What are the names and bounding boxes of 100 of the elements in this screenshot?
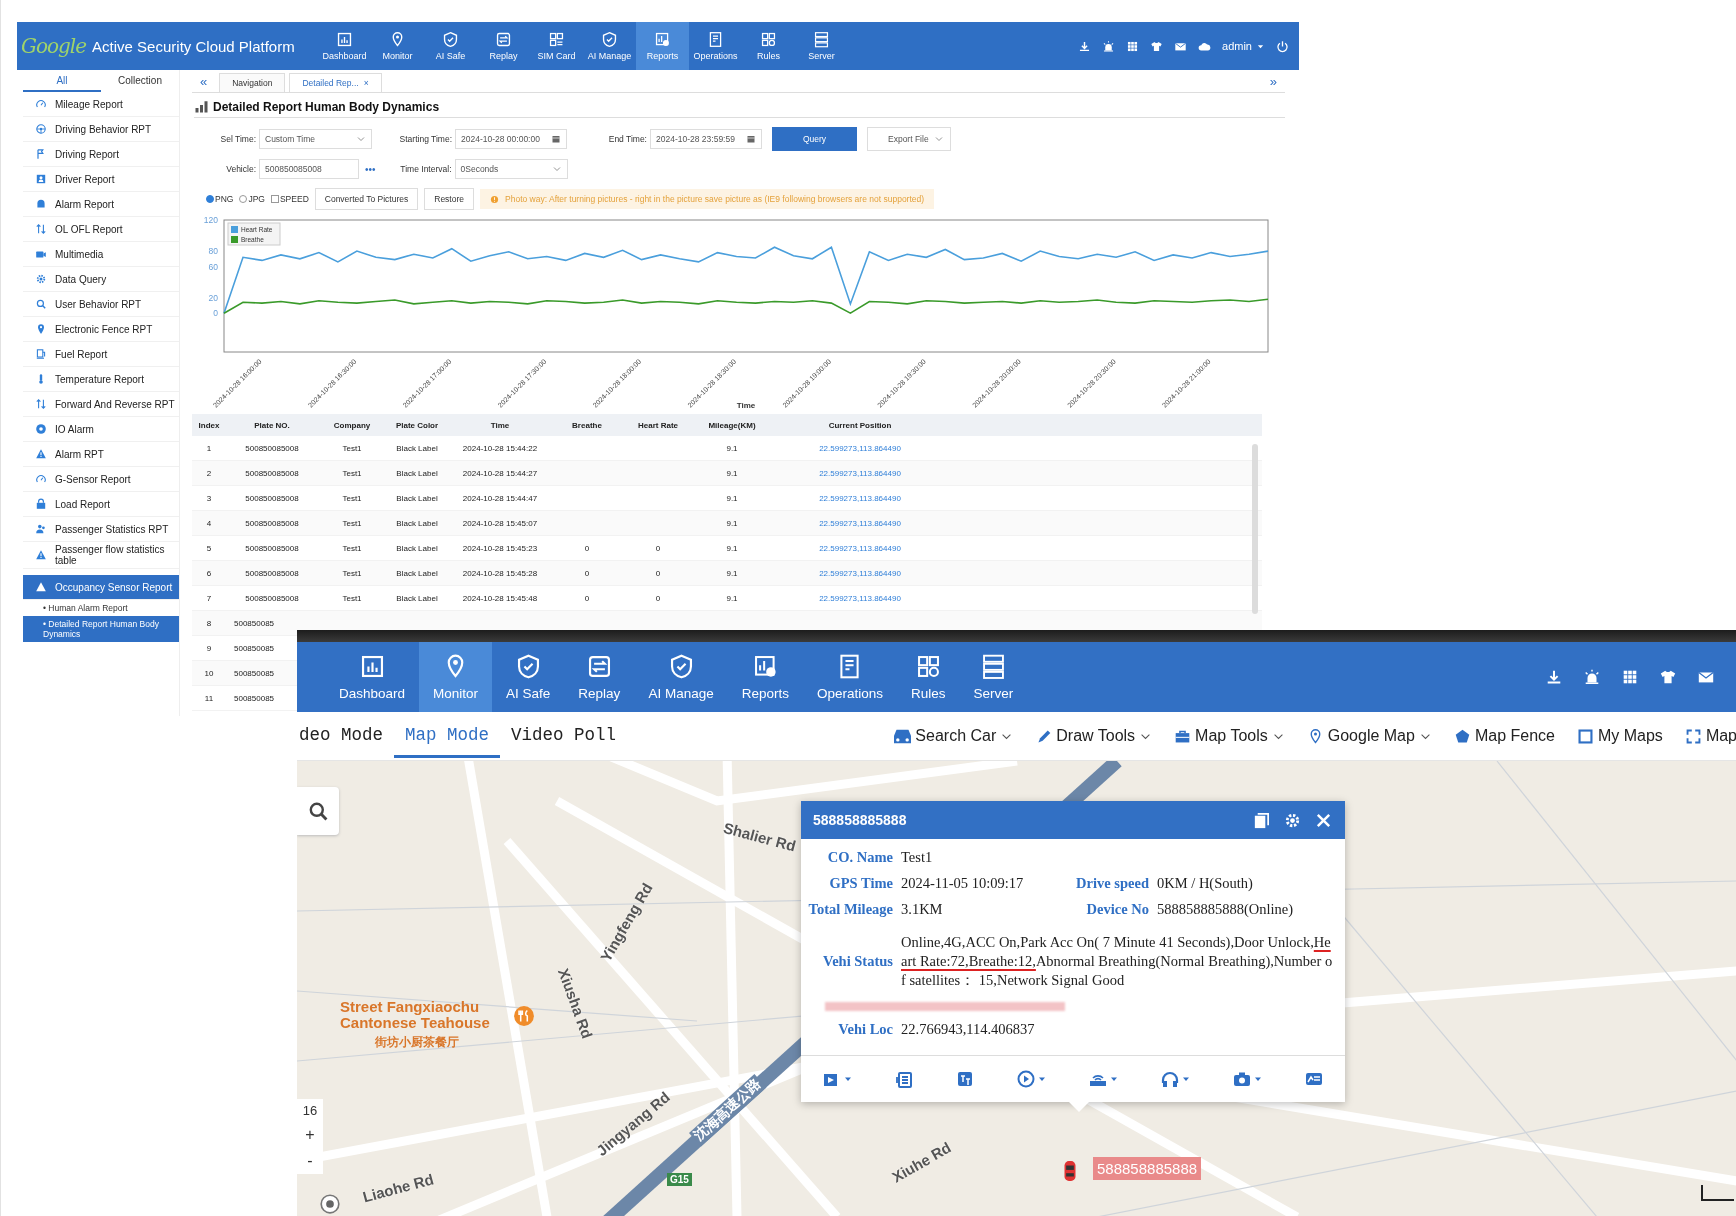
sidebar-item[interactable]: Electronic Fence RPT bbox=[23, 317, 179, 342]
sidebar-item[interactable]: OL OFL Report bbox=[23, 217, 179, 242]
page-tab[interactable]: Navigation bbox=[219, 73, 286, 92]
checkbox-option[interactable]: SPEED bbox=[270, 194, 309, 204]
sidebar-item[interactable]: Multimedia bbox=[23, 242, 179, 267]
position-link[interactable]: 22.599273,113.864490 bbox=[770, 593, 950, 603]
sidebar-item[interactable]: Occupancy Sensor Report bbox=[23, 575, 179, 600]
query-button[interactable]: Query bbox=[772, 127, 857, 151]
nav-tab[interactable]: Reports bbox=[636, 22, 690, 70]
chevron-down-icon bbox=[551, 164, 562, 174]
nav-tab[interactable]: Dashboard bbox=[318, 22, 372, 70]
table-cell-text: Black Label bbox=[395, 543, 439, 553]
sidebar-item[interactable]: Alarm RPT bbox=[23, 442, 179, 467]
action-button[interactable]: Converted To Pictures bbox=[314, 188, 419, 210]
position-link[interactable]: 22.599273,113.864490 bbox=[770, 468, 950, 478]
position-link[interactable]: 22.599273,113.864490 bbox=[770, 493, 950, 503]
sidebar-item[interactable]: Driver Report bbox=[23, 167, 179, 192]
sidebar-item[interactable]: IO Alarm bbox=[23, 417, 179, 442]
table-cell-text: Black Label bbox=[395, 493, 439, 503]
sidebar-item[interactable]: G-Sensor Report bbox=[23, 467, 179, 492]
nav-tab[interactable]: Rules bbox=[742, 22, 796, 70]
sidebar-item[interactable]: Driving Behavior RPT bbox=[23, 117, 179, 142]
nav-tab[interactable]: Monitor bbox=[371, 22, 425, 70]
interval-dropdown[interactable]: 0Seconds bbox=[454, 159, 568, 179]
sidebar-item[interactable]: Passenger Statistics RPT bbox=[23, 517, 179, 542]
sidebar-item[interactable]: User Behavior RPT bbox=[23, 292, 179, 317]
collapse-button[interactable]: « bbox=[192, 73, 216, 89]
sidebar-item[interactable]: Driving Report bbox=[23, 142, 179, 167]
export-file-button[interactable]: Export File bbox=[867, 127, 951, 151]
nav-tab[interactable]: Monitor bbox=[419, 642, 493, 712]
nav-tab[interactable]: Rules bbox=[897, 642, 960, 712]
nav-tab[interactable]: Server bbox=[959, 642, 1028, 712]
sidebar-item[interactable]: Temperature Report bbox=[23, 367, 179, 392]
status-text: Online,4G,ACC On,Park Acc On( 7 Minute 41 Seconds),Door Unlock,Heart Rate:72,Breathe:12,Abnormal Breathing(Normal Breathing),Number of satellites： 15,Network Signal Good bbox=[901, 933, 1334, 990]
table-cell-text: 9 bbox=[205, 643, 213, 653]
nav-tab[interactable]: AI Manage bbox=[634, 642, 728, 712]
column-header: Breathe bbox=[571, 420, 603, 430]
nav-tab[interactable]: Replay bbox=[564, 642, 635, 712]
sidebar-item[interactable]: Mileage Report bbox=[23, 92, 179, 117]
position-link[interactable]: 22.599273,113.864490 bbox=[770, 518, 950, 528]
record-button[interactable] bbox=[1015, 1069, 1047, 1089]
sidebar-tab[interactable]: Collection bbox=[101, 70, 179, 92]
map-tool-button[interactable]: Map bbox=[1684, 727, 1736, 745]
map-tool-button[interactable]: Search Car bbox=[894, 727, 1014, 745]
nav-tab[interactable]: Reports bbox=[727, 642, 803, 712]
nav-tab[interactable]: SIM Card bbox=[530, 22, 584, 70]
sidebar-item[interactable]: Load Report bbox=[23, 492, 179, 517]
zoom-out-button[interactable]: - bbox=[297, 1148, 323, 1174]
intercom-icon bbox=[893, 1069, 914, 1089]
sidebar-item[interactable]: Alarm Report bbox=[23, 192, 179, 217]
page-tab[interactable]: Detailed Rep... × bbox=[289, 73, 382, 92]
sidebar-item[interactable]: Passenger flow statistics table bbox=[23, 542, 179, 569]
nav-tab[interactable]: Operations bbox=[689, 22, 743, 70]
radio-option[interactable]: PNG bbox=[206, 194, 234, 204]
more-button[interactable]: ••• bbox=[365, 163, 376, 175]
table-cell-text: 2024-10-28 15:44:27 bbox=[461, 468, 539, 478]
map-tool-button[interactable]: Map Fence bbox=[1453, 727, 1555, 745]
map-tool-button[interactable]: Map Tools bbox=[1174, 727, 1285, 745]
sidebar-subitem[interactable]: • Detailed Report Human Body Dynamics bbox=[23, 616, 179, 642]
car-icon bbox=[894, 727, 912, 745]
scrollbar[interactable] bbox=[1252, 444, 1258, 614]
table-cell-text: 0 bbox=[654, 593, 662, 603]
field-label: Sel Time: bbox=[219, 134, 257, 144]
map-tool-button[interactable]: Draw Tools bbox=[1035, 727, 1153, 745]
nav-tab[interactable]: Replay bbox=[477, 22, 531, 70]
table-cell-text: 7 bbox=[205, 593, 213, 603]
map-tool-button[interactable]: My Maps bbox=[1576, 727, 1663, 745]
table-cell-text: 9.1 bbox=[725, 493, 739, 503]
radio-option[interactable]: JPG bbox=[239, 194, 265, 204]
user-menu[interactable]: admin bbox=[1222, 40, 1265, 52]
view-mode-tab[interactable]: Map Mode bbox=[394, 714, 501, 758]
position-link[interactable]: 22.599273,113.864490 bbox=[770, 543, 950, 553]
map-search-button[interactable] bbox=[297, 787, 339, 835]
sidebar-tab[interactable]: All bbox=[23, 70, 101, 92]
sel-time-dropdown[interactable]: Custom Time bbox=[259, 129, 372, 149]
action-button[interactable]: Restore bbox=[424, 188, 474, 210]
nav-tab[interactable]: Operations bbox=[802, 642, 897, 712]
sidebar-subitem[interactable]: • Human Alarm Report bbox=[23, 600, 179, 616]
sidebar-item[interactable]: Fuel Report bbox=[23, 342, 179, 367]
start-time-field[interactable]: 2024-10-28 00:00:00 bbox=[455, 129, 567, 149]
intercom-button[interactable] bbox=[893, 1069, 914, 1089]
chevron-down-icon bbox=[933, 134, 944, 144]
expand-button[interactable]: » bbox=[1261, 73, 1285, 89]
nav-tab[interactable]: Dashboard bbox=[325, 642, 420, 712]
end-time-field[interactable]: 2024-10-28 23:59:59 bbox=[650, 129, 762, 149]
nav-tab[interactable]: AI Safe bbox=[492, 642, 565, 712]
nav-tab[interactable]: AI Safe bbox=[424, 22, 478, 70]
nav-tab[interactable]: Server bbox=[795, 22, 849, 70]
view-mode-tab[interactable]: Video Poll bbox=[500, 714, 628, 758]
view-mode-tab[interactable]: deo Mode bbox=[297, 714, 394, 758]
highway-shield: G15 bbox=[667, 1173, 692, 1186]
info-label: Device No bbox=[1085, 901, 1150, 918]
map-tool-button[interactable]: Google Map bbox=[1306, 727, 1432, 745]
zoom-in-button[interactable]: + bbox=[297, 1122, 323, 1148]
sidebar-item[interactable]: Data Query bbox=[23, 267, 179, 292]
position-link[interactable]: 22.599273,113.864490 bbox=[770, 568, 950, 578]
position-link[interactable]: 22.599273,113.864490 bbox=[770, 443, 950, 453]
nav-tab[interactable]: AI Manage bbox=[583, 22, 637, 70]
vehicle-field[interactable]: 500850085008 bbox=[259, 159, 359, 179]
sidebar-item[interactable]: Forward And Reverse RPT bbox=[23, 392, 179, 417]
